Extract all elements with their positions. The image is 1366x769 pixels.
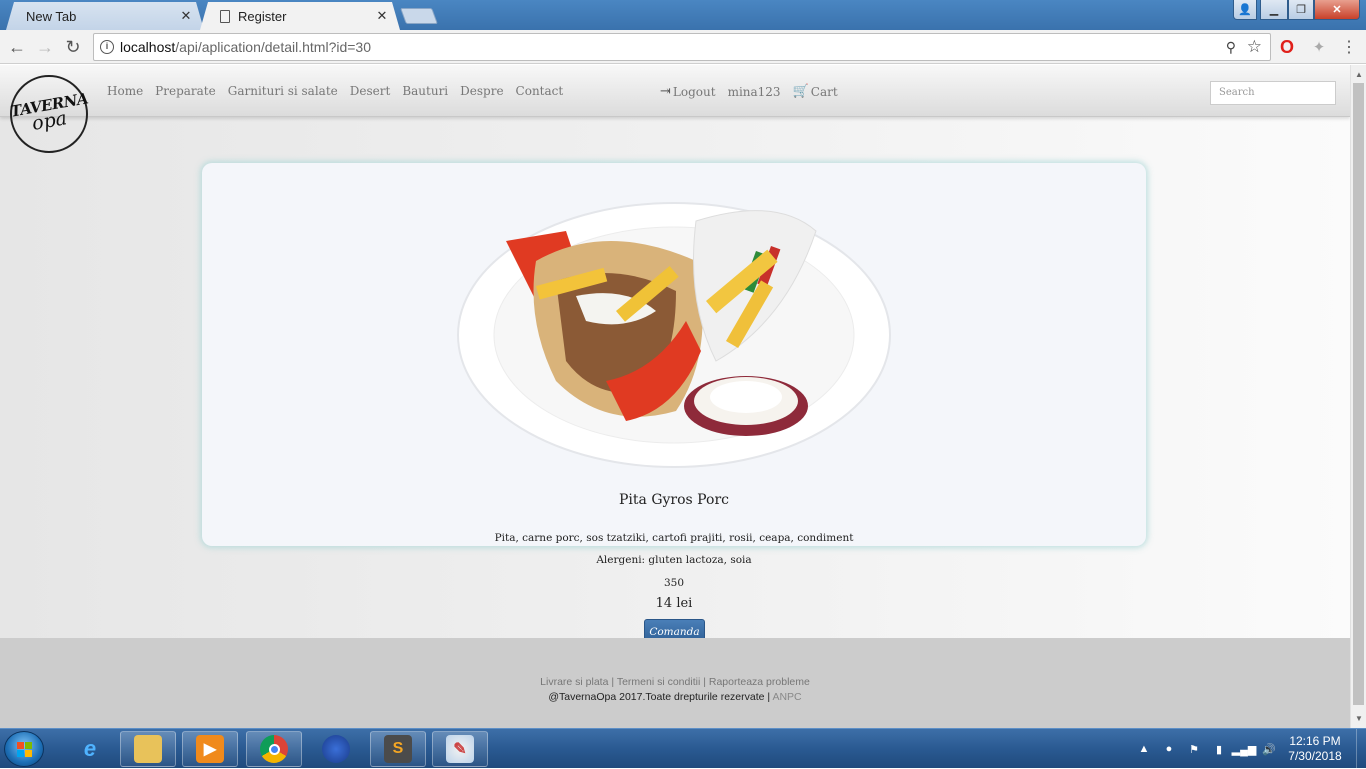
action-center-icon[interactable]: ⚑ — [1186, 741, 1202, 757]
extension-icon[interactable]: ✦ — [1309, 37, 1329, 57]
bookmark-star-icon[interactable]: ☆ — [1247, 37, 1262, 57]
nav-item-contact[interactable]: Contact — [516, 84, 564, 98]
scroll-thumb[interactable] — [1353, 83, 1364, 705]
browser-titlebar: New Tab ✕ Register ✕ 👤 ▁ ❐ ✕ — [0, 0, 1366, 30]
media-player-icon: ▶ — [196, 735, 224, 763]
reload-icon[interactable]: ↻ — [62, 36, 84, 58]
cart-link[interactable]: 🛒 Cart — [793, 84, 838, 99]
footer-link-raporteaza[interactable]: Raporteaza probleme — [709, 676, 810, 688]
power-icon[interactable]: ▮ — [1211, 741, 1227, 757]
product-price: 14 lei — [655, 596, 693, 611]
address-bar[interactable]: i localhost/api/aplication/detail.html?i… — [93, 33, 1271, 61]
page-scrollbar[interactable]: ▲ ▼ — [1350, 65, 1366, 728]
site-footer: Livrare si plata | Termeni si conditii |… — [0, 638, 1350, 728]
tray-app-icon[interactable]: ● — [1161, 741, 1177, 757]
footer-copyright: @TavernaOpa 2017.Toate drepturile rezerv… — [0, 691, 1350, 703]
folder-icon — [134, 735, 162, 763]
search-input[interactable]: Search — [1210, 81, 1336, 105]
network-signal-icon[interactable]: ▂▄▆ — [1232, 741, 1257, 757]
product-weight: 350 — [663, 577, 685, 589]
product-name: Pita Gyros Porc — [619, 492, 729, 508]
zoom-icon[interactable]: ⚲ — [1226, 39, 1236, 56]
product-ingredients: Pita, carne porc, sos tzatziki, cartofi … — [494, 532, 854, 544]
clock-date: 7/30/2018 — [1288, 749, 1342, 763]
cart-label: Cart — [810, 84, 838, 99]
logout-label: Logout — [672, 84, 716, 99]
footer-links: Livrare si plata | Termeni si conditii |… — [0, 676, 1350, 688]
tab-close-icon[interactable]: ✕ — [178, 8, 194, 24]
product-image — [457, 202, 891, 468]
opera-extension-icon[interactable]: O — [1277, 37, 1297, 57]
taskbar-chrome[interactable] — [246, 731, 302, 767]
copyright-text: @TavernaOpa 2017.Toate drepturile rezerv… — [548, 691, 765, 703]
windows-taskbar: e ▶ S ✎ ▲ ● ⚑ ▮ ▂▄▆ 🔊 12:16 PM 7/30/2018 — [0, 728, 1366, 769]
browser-menu-icon[interactable]: ⋮ — [1339, 37, 1359, 57]
page-icon — [220, 10, 230, 23]
clock-time: 12:16 PM — [1289, 734, 1341, 748]
paint-icon: ✎ — [446, 735, 474, 763]
footer-separator: | — [703, 676, 706, 688]
close-window-button[interactable]: ✕ — [1314, 0, 1360, 20]
page-viewport: Home Preparate Garnituri si salate Deser… — [0, 65, 1350, 728]
footer-separator: | — [767, 691, 771, 703]
footer-separator: | — [611, 676, 615, 688]
chrome-icon — [260, 735, 288, 763]
footer-link-termeni[interactable]: Termeni si conditii — [617, 676, 700, 688]
info-icon[interactable]: i — [100, 40, 114, 54]
nav-item-home[interactable]: Home — [107, 84, 143, 98]
site-header: Home Preparate Garnituri si salate Deser… — [0, 65, 1350, 117]
product-card — [202, 163, 1146, 546]
nav-item-garnituri[interactable]: Garnituri si salate — [228, 84, 338, 98]
start-button[interactable] — [4, 731, 44, 767]
forward-arrow-icon[interactable]: → — [34, 36, 56, 58]
taskbar-clock[interactable]: 12:16 PM 7/30/2018 — [1280, 734, 1350, 764]
back-arrow-icon[interactable]: ← — [6, 36, 28, 58]
browser-toolbar: ← → ↻ i localhost/api/aplication/detail.… — [0, 30, 1366, 64]
logo-text-opa: opa — [29, 107, 69, 135]
scroll-up-icon[interactable]: ▲ — [1355, 70, 1363, 79]
main-nav: Home Preparate Garnituri si salate Deser… — [107, 84, 575, 98]
nav-item-bauturi[interactable]: Bauturi — [402, 84, 448, 98]
profile-icon[interactable]: 👤 — [1233, 0, 1257, 20]
nav-item-desert[interactable]: Desert — [350, 84, 391, 98]
windows-logo-icon — [17, 742, 33, 758]
taskbar-media-player[interactable]: ▶ — [182, 731, 238, 767]
firefox-icon — [322, 735, 350, 763]
taverna-opa-logo[interactable]: TAVERNA opa — [9, 75, 89, 153]
product-allergens: Alergeni: gluten lactoza, soia — [596, 554, 752, 566]
taskbar-file-explorer[interactable] — [120, 731, 176, 767]
show-hidden-icons-icon[interactable]: ▲ — [1136, 741, 1152, 757]
url-path: /api/aplication/detail.html?id=30 — [175, 39, 372, 55]
cart-icon: 🛒 — [792, 84, 809, 99]
system-tray: ▲ ● ⚑ ▮ ▂▄▆ 🔊 — [1136, 731, 1277, 767]
show-desktop-button[interactable] — [1356, 729, 1366, 769]
taskbar-sublime[interactable]: S — [370, 731, 426, 767]
new-tab-button[interactable] — [400, 8, 438, 24]
user-nav: ⇥ Logout mina123 🛒 Cart — [660, 84, 850, 99]
footer-link-livrare[interactable]: Livrare si plata — [540, 676, 608, 688]
internet-explorer-icon: e — [83, 736, 97, 761]
scroll-down-icon[interactable]: ▼ — [1355, 714, 1363, 723]
minimize-button[interactable]: ▁ — [1260, 0, 1288, 20]
volume-icon[interactable]: 🔊 — [1261, 741, 1277, 757]
nav-item-preparate[interactable]: Preparate — [155, 84, 216, 98]
nav-item-despre[interactable]: Despre — [460, 84, 503, 98]
sublime-text-icon: S — [384, 735, 412, 763]
taskbar-paint[interactable]: ✎ — [432, 731, 488, 767]
taskbar-firefox[interactable] — [308, 731, 364, 767]
tab-title: New Tab — [26, 8, 77, 24]
tab-close-icon[interactable]: ✕ — [374, 8, 390, 24]
url-host: localhost — [120, 39, 176, 55]
logout-icon: ⇥ — [660, 84, 671, 99]
tab-title: Register — [238, 8, 287, 24]
username-link[interactable]: mina123 — [728, 85, 781, 99]
tab-new-tab[interactable]: New Tab ✕ — [6, 2, 204, 30]
taskbar-internet-explorer[interactable]: e — [62, 731, 118, 767]
tab-register[interactable]: Register ✕ — [200, 2, 400, 30]
anpc-link[interactable]: ANPC — [772, 691, 801, 703]
logout-link[interactable]: ⇥ Logout — [660, 84, 716, 99]
maximize-button[interactable]: ❐ — [1288, 0, 1314, 20]
